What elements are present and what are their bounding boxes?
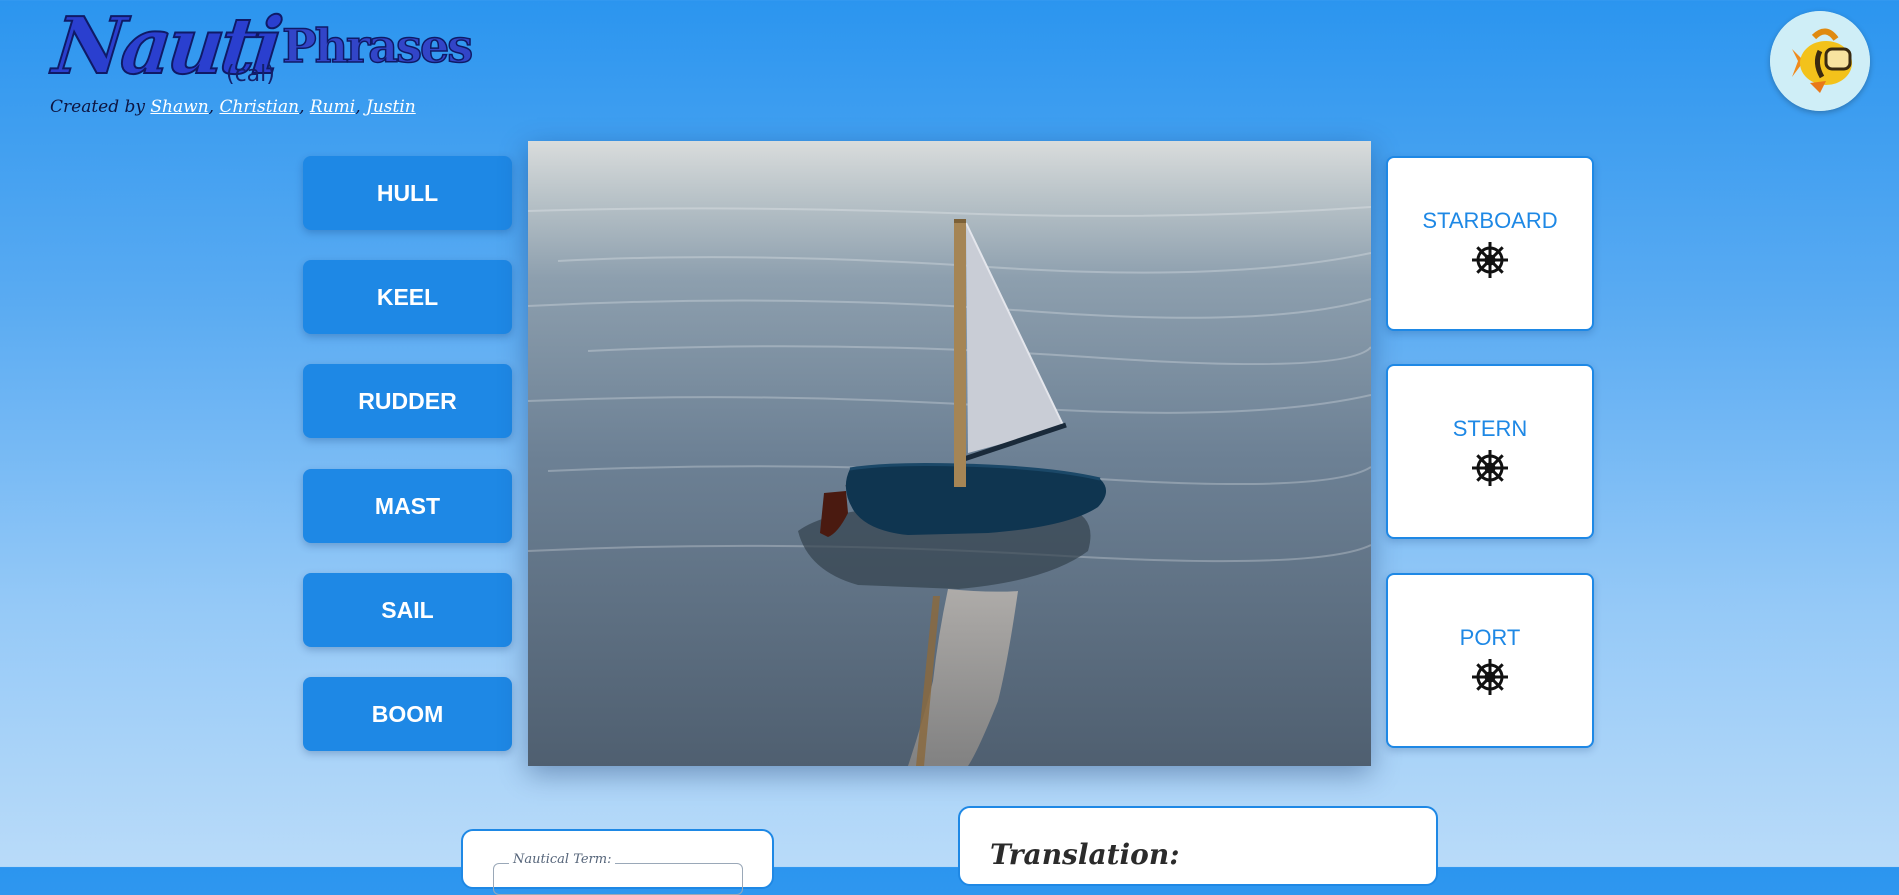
- author-link-rumi[interactable]: Rumi: [310, 97, 355, 117]
- part-button-sail[interactable]: SAIL: [303, 573, 512, 647]
- boat-mast: [954, 219, 966, 487]
- ship-wheel-icon: [1472, 449, 1508, 486]
- direction-card-stern[interactable]: STERN: [1386, 364, 1594, 539]
- part-button-mast[interactable]: MAST: [303, 469, 512, 543]
- translation-title: Translation:: [990, 838, 1180, 871]
- credits-separator: ,: [208, 97, 215, 117]
- author-link-justin[interactable]: Justin: [366, 97, 416, 117]
- credits-separator: ,: [299, 97, 305, 117]
- ship-wheel-icon: [1472, 241, 1508, 278]
- nautical-term-panel: Nautical Term:: [461, 829, 774, 895]
- direction-label: STERN: [1452, 415, 1528, 441]
- part-button-rudder[interactable]: RUDDER: [303, 364, 512, 438]
- credits-line: Created by Shawn, Christian, Rumi, Justi…: [50, 97, 416, 117]
- credits-prefix: Created by: [50, 97, 151, 117]
- direction-card-starboard[interactable]: STARBOARD: [1386, 156, 1594, 331]
- direction-label: PORT: [1459, 624, 1521, 650]
- direction-card-port[interactable]: PORT: [1386, 573, 1594, 748]
- ship-wheel-icon: [1472, 658, 1508, 695]
- nautical-term-field[interactable]: [493, 863, 743, 895]
- part-button-keel[interactable]: KEEL: [303, 260, 512, 334]
- author-link-christian[interactable]: Christian: [219, 97, 299, 117]
- boat-3d-viewport[interactable]: [528, 141, 1371, 766]
- part-button-boom[interactable]: BOOM: [303, 677, 512, 751]
- author-link-shawn[interactable]: Shawn: [150, 97, 208, 117]
- logo-word-phrases: Phrases: [281, 18, 474, 74]
- nautical-term-legend: Nautical Term:: [509, 852, 616, 867]
- credits-separator: ,: [355, 97, 361, 117]
- avatar[interactable]: [1770, 11, 1870, 111]
- fish-mascot-icon: [1770, 11, 1870, 111]
- direction-label: STARBOARD: [1422, 207, 1558, 233]
- translation-panel: Translation:: [958, 806, 1438, 886]
- part-button-hull[interactable]: HULL: [303, 156, 512, 230]
- logo-word-cal: (cal): [226, 62, 275, 87]
- app-logo: Nauti (cal) Phrases: [48, 0, 474, 93]
- sailboat-scene: [528, 141, 1371, 766]
